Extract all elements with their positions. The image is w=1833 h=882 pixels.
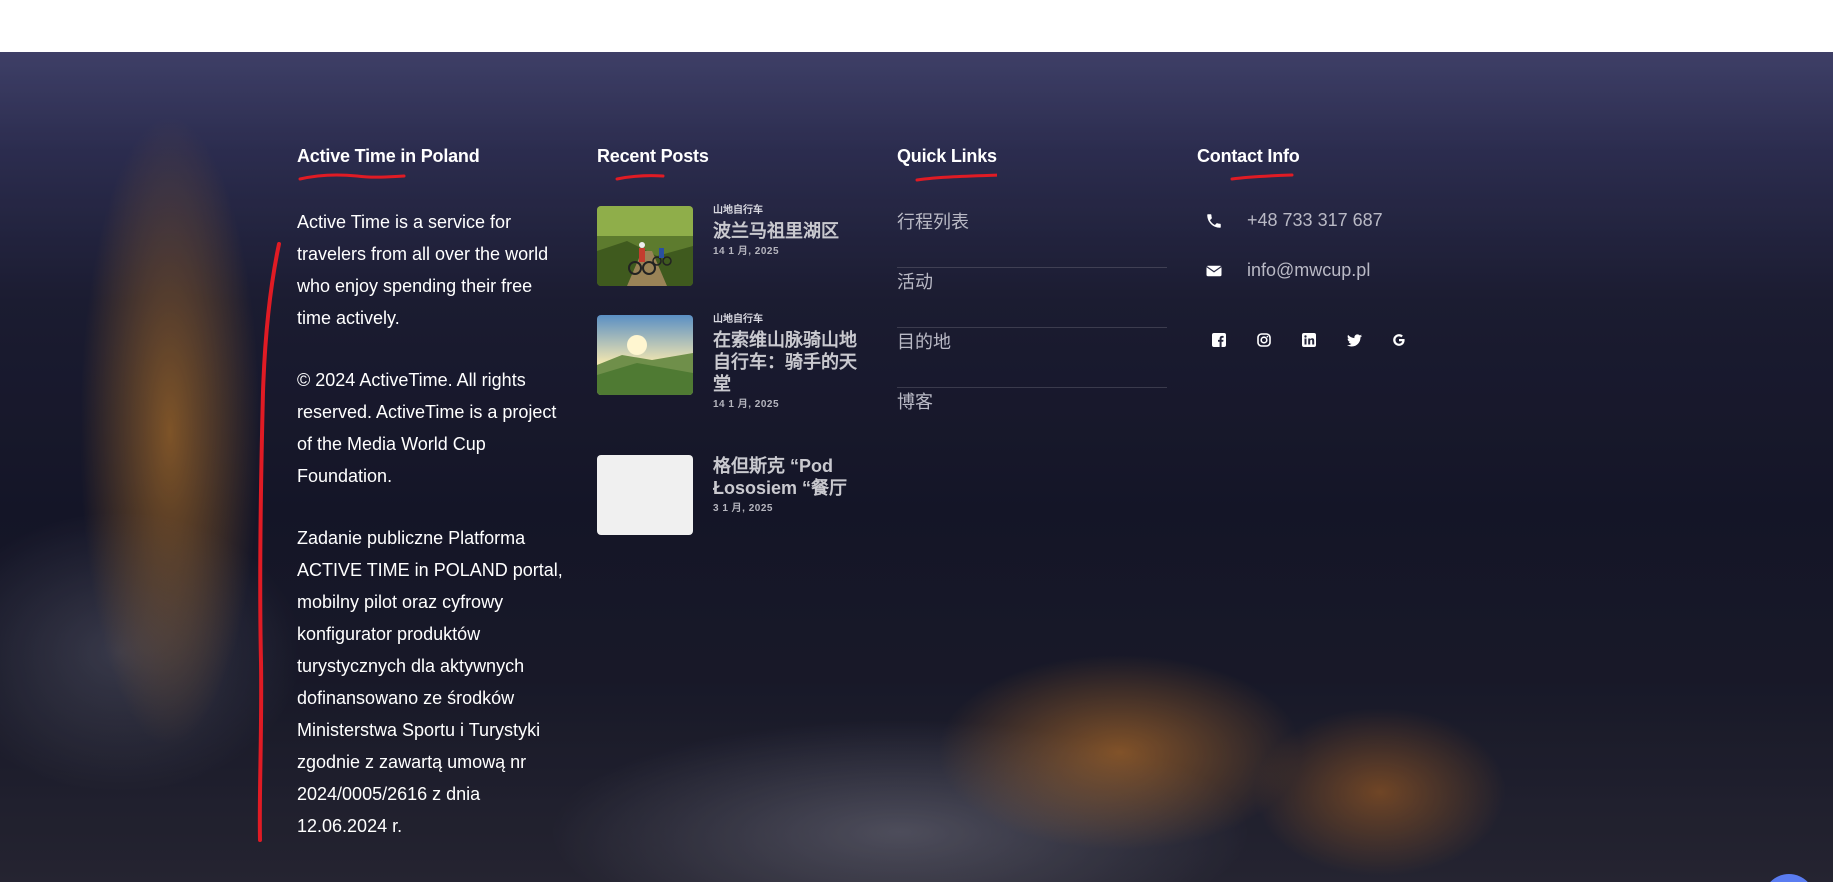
quick-links-title-underline xyxy=(915,173,997,182)
recent-posts-title-underline xyxy=(615,174,665,181)
about-title: Active Time in Poland xyxy=(297,146,480,166)
quick-link-destinations[interactable]: 目的地 xyxy=(897,328,1167,388)
linkedin-icon[interactable] xyxy=(1299,330,1319,350)
post-item[interactable]: 格但斯克 “Pod Łososiem “餐厅 3 1 月, 2025 xyxy=(597,455,867,535)
quick-links-list: 行程列表 活动 目的地 博客 xyxy=(897,208,1167,448)
red-annotation-line xyxy=(257,242,281,842)
post-thumbnail-mountains[interactable] xyxy=(597,315,693,395)
instagram-icon[interactable] xyxy=(1254,330,1274,350)
contact-title-underline xyxy=(1230,173,1294,181)
social-links xyxy=(1197,330,1467,350)
post-date: 14 1 月, 2025 xyxy=(713,399,780,410)
recent-posts-column: Recent Posts 山地自行车 波兰马祖里湖区 14 1 月, 2025 … xyxy=(597,144,867,535)
google-icon[interactable] xyxy=(1389,330,1409,350)
quick-link-activities[interactable]: 活动 xyxy=(897,268,1167,328)
quick-link-tour-list[interactable]: 行程列表 xyxy=(897,208,1167,268)
post-body: 山地自行车 在索维山脉骑山地自行车：骑手的天堂 14 1 月, 2025 xyxy=(713,313,873,412)
envelope-icon xyxy=(1206,265,1222,277)
post-title-link[interactable]: 在索维山脉骑山地自行车：骑手的天堂 xyxy=(713,329,873,395)
site-footer: Active Time in Poland Active Time is a s… xyxy=(0,52,1833,882)
quick-link-blog[interactable]: 博客 xyxy=(897,388,1167,448)
contact-column: Contact Info +48 733 317 687 info@mwcup.… xyxy=(1197,144,1467,350)
top-white-bar xyxy=(0,0,1833,52)
quick-links-title: Quick Links xyxy=(897,146,997,166)
contact-title: Contact Info xyxy=(1197,146,1300,166)
post-body: 山地自行车 波兰马祖里湖区 14 1 月, 2025 xyxy=(713,204,873,259)
contact-email-row[interactable]: info@mwcup.pl xyxy=(1197,258,1467,308)
post-date: 3 1 月, 2025 xyxy=(713,503,773,514)
contact-list: +48 733 317 687 info@mwcup.pl xyxy=(1197,208,1467,308)
copyright-paragraph: © 2024 ActiveTime. All rights reserved. … xyxy=(297,370,557,486)
about-paragraph: Active Time is a service for travelers f… xyxy=(297,212,549,328)
post-item[interactable]: 山地自行车 在索维山脉骑山地自行车：骑手的天堂 14 1 月, 2025 xyxy=(597,314,867,410)
contact-phone-row[interactable]: +48 733 317 687 xyxy=(1197,208,1467,258)
post-category[interactable]: 山地自行车 xyxy=(713,204,873,218)
about-title-underline xyxy=(298,173,406,181)
quick-links-column: Quick Links 行程列表 活动 目的地 博客 xyxy=(897,144,1167,448)
post-category[interactable]: 山地自行车 xyxy=(713,313,873,327)
post-date: 14 1 月, 2025 xyxy=(713,246,780,257)
funding-paragraph: Zadanie publiczne Platforma ACTIVE TIME … xyxy=(297,528,563,836)
facebook-icon[interactable] xyxy=(1209,330,1229,350)
about-column: Active Time in Poland Active Time is a s… xyxy=(297,144,567,872)
about-text: Active Time is a service for travelers f… xyxy=(297,206,567,842)
recent-posts-title: Recent Posts xyxy=(597,146,709,166)
post-title-link[interactable]: 波兰马祖里湖区 xyxy=(713,220,873,242)
twitter-icon[interactable] xyxy=(1344,330,1364,350)
post-thumbnail-cyclists[interactable] xyxy=(597,206,693,286)
phone-icon xyxy=(1207,214,1221,228)
post-title-link[interactable]: 格但斯克 “Pod Łososiem “餐厅 xyxy=(713,455,873,499)
post-body: 格但斯克 “Pod Łososiem “餐厅 3 1 月, 2025 xyxy=(713,453,873,516)
post-thumbnail-placeholder[interactable] xyxy=(597,455,693,535)
contact-email[interactable]: info@mwcup.pl xyxy=(1247,258,1370,282)
post-item[interactable]: 山地自行车 波兰马祖里湖区 14 1 月, 2025 xyxy=(597,205,867,286)
contact-phone[interactable]: +48 733 317 687 xyxy=(1247,208,1383,232)
